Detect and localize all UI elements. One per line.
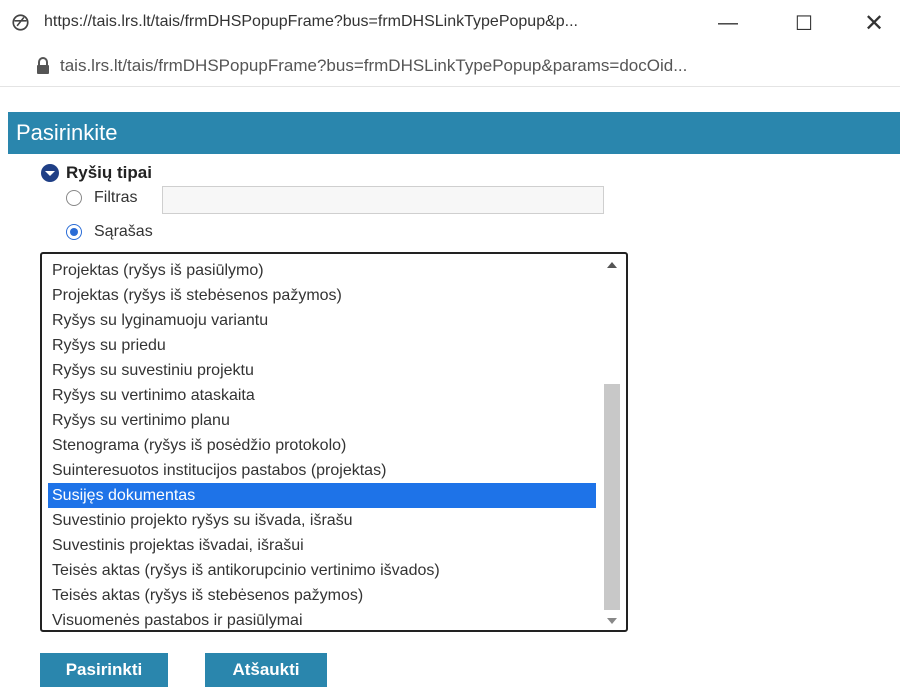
- filter-option[interactable]: Filtras: [66, 189, 138, 207]
- link-type-listbox[interactable]: Projektas (ryšys iš pasiūlymo) Projektas …: [40, 252, 628, 632]
- filter-label: Filtras: [94, 189, 138, 206]
- list-radio[interactable]: [66, 224, 82, 240]
- list-item[interactable]: Ryšys su vertinimo ataskaita: [48, 383, 596, 408]
- list-option[interactable]: Sąrašas: [66, 223, 153, 241]
- close-button[interactable]: ✕: [852, 6, 896, 40]
- list-item[interactable]: Ryšys su vertinimo planu: [48, 408, 596, 433]
- list-item[interactable]: Susijęs dokumentas: [48, 483, 596, 508]
- link-type-list[interactable]: Projektas (ryšys iš pasiūlymo) Projektas …: [48, 258, 596, 630]
- cancel-button[interactable]: Atšaukti: [205, 653, 327, 687]
- dialog-header: Pasirinkite: [8, 112, 900, 154]
- list-item[interactable]: Teisės aktas (ryšys iš antikorupcinio ve…: [48, 558, 596, 583]
- list-item[interactable]: Ryšys su suvestiniu projektu: [48, 358, 596, 383]
- maximize-button[interactable]: ☐: [782, 6, 826, 40]
- list-item[interactable]: Visuomenės pastabos ir pasiūlymai: [48, 608, 596, 630]
- lock-icon: [37, 57, 49, 74]
- address-bar[interactable]: tais.lrs.lt/tais/frmDHSPopupFrame?bus=fr…: [0, 46, 900, 87]
- list-item[interactable]: Projektas (ryšys iš pasiūlymo): [48, 258, 596, 283]
- select-button[interactable]: Pasirinkti: [40, 653, 168, 687]
- scroll-up-icon[interactable]: [607, 262, 617, 268]
- window-title: https://tais.lrs.lt/tais/frmDHSPopupFram…: [44, 13, 578, 30]
- list-item[interactable]: Ryšys su priedu: [48, 333, 596, 358]
- filter-radio[interactable]: [66, 190, 82, 206]
- address-url[interactable]: tais.lrs.lt/tais/frmDHSPopupFrame?bus=fr…: [60, 56, 890, 76]
- dialog-title: Pasirinkite: [16, 120, 118, 145]
- list-item[interactable]: Suinteresuotos institucijos pastabos (pr…: [48, 458, 596, 483]
- list-item[interactable]: Suvestinis projektas išvadai, išrašui: [48, 533, 596, 558]
- window-titlebar: https://tais.lrs.lt/tais/frmDHSPopupFram…: [0, 0, 900, 46]
- scroll-down-icon[interactable]: [607, 618, 617, 624]
- filter-input[interactable]: [162, 186, 604, 214]
- list-item[interactable]: Ryšys su lyginamuoju variantu: [48, 308, 596, 333]
- list-label: Sąrašas: [94, 223, 153, 240]
- link-types-group[interactable]: Ryšių tipai: [40, 163, 152, 183]
- minimize-button[interactable]: —: [706, 6, 750, 40]
- list-item[interactable]: Suvestinio projekto ryšys su išvada, išr…: [48, 508, 596, 533]
- listbox-scrollbar[interactable]: [602, 258, 622, 626]
- site-favicon-icon: [12, 14, 29, 31]
- list-item[interactable]: Projektas (ryšys iš stebėsenos pažymos): [48, 283, 596, 308]
- scrollbar-thumb[interactable]: [604, 384, 620, 610]
- collapse-toggle-icon[interactable]: [40, 163, 60, 183]
- list-item[interactable]: Stenograma (ryšys iš posėdžio protokolo): [48, 433, 596, 458]
- group-label: Ryšių tipai: [66, 163, 152, 182]
- list-item[interactable]: Teisės aktas (ryšys iš stebėsenos pažymo…: [48, 583, 596, 608]
